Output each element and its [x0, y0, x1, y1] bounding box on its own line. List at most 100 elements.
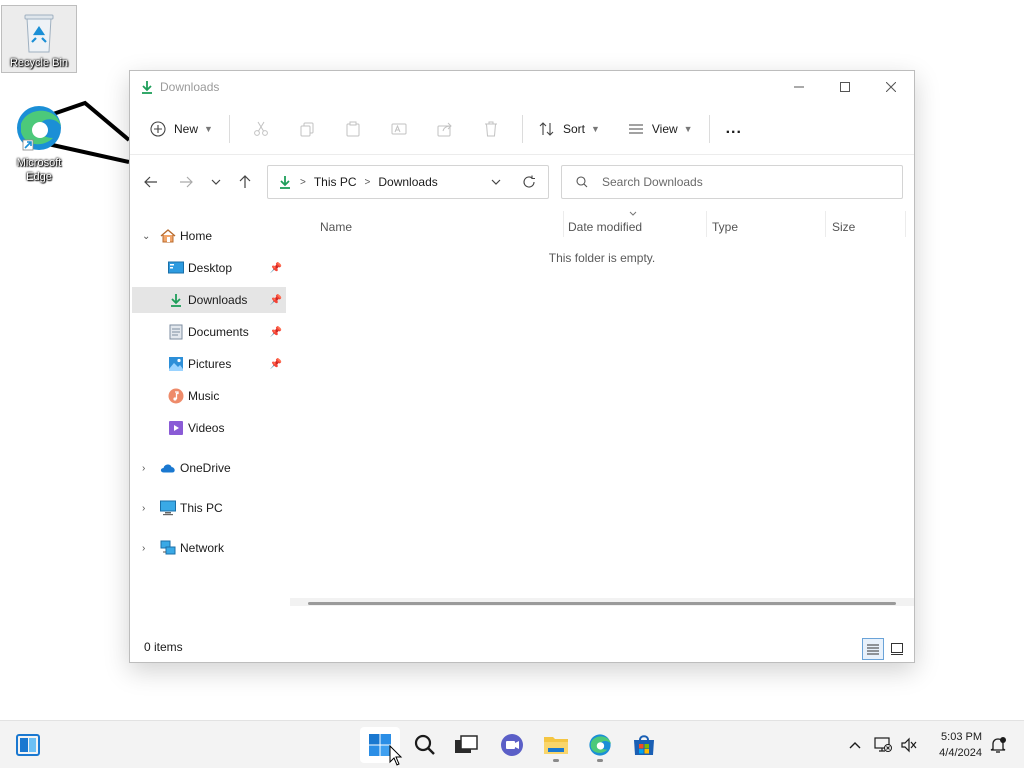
column-header-type[interactable]: Type	[712, 215, 738, 239]
more-options-button[interactable]: ...	[718, 113, 750, 145]
column-header-date-modified[interactable]: Date modified	[568, 215, 642, 239]
maximize-icon	[840, 82, 850, 92]
horizontal-scrollbar-thumb[interactable]	[290, 600, 914, 606]
edge-label: Microsoft Edge	[16, 157, 62, 183]
sidebar-item-pictures[interactable]: Pictures 📌	[132, 351, 286, 377]
breadcrumb-downloads[interactable]: Downloads	[378, 175, 437, 189]
sidebar-item-label: Documents	[188, 325, 249, 339]
title-bar[interactable]: Downloads	[130, 71, 914, 103]
this-pc-icon	[160, 500, 176, 516]
window-title: Downloads	[160, 80, 220, 94]
arrow-right-icon	[180, 176, 193, 188]
column-header-name[interactable]: Name	[320, 215, 352, 239]
teams-chat-button[interactable]	[492, 727, 532, 763]
view-button[interactable]: View ▼	[620, 113, 701, 145]
search-button[interactable]	[405, 727, 445, 763]
desktop-icon-recycle-bin[interactable]: Recycle Bin	[1, 5, 77, 73]
minimize-icon	[794, 86, 804, 88]
cut-button[interactable]	[238, 113, 284, 145]
edge-icon	[17, 106, 61, 151]
sidebar-item-network[interactable]: › Network	[132, 535, 286, 561]
chevron-down-icon[interactable]: ⌄	[142, 231, 150, 242]
navigation-pane: ⌄ Home Desktop 📌 Downloads 📌 Documents 📌…	[130, 219, 290, 632]
arrow-left-icon	[144, 176, 157, 188]
up-button[interactable]	[232, 169, 258, 195]
large-icons-view-icon	[891, 643, 903, 655]
large-icons-view-button[interactable]	[886, 638, 908, 660]
navigation-row: > This PC > Downloads	[130, 163, 914, 201]
refresh-icon[interactable]	[522, 175, 536, 189]
rename-button[interactable]	[376, 113, 422, 145]
maximize-button[interactable]	[822, 71, 868, 103]
sidebar-item-desktop[interactable]: Desktop 📌	[132, 255, 286, 281]
details-view-button[interactable]	[862, 638, 884, 660]
sidebar-item-videos[interactable]: Videos	[132, 415, 286, 441]
sidebar-item-home[interactable]: ⌄ Home	[132, 223, 286, 249]
item-count: 0 items	[144, 640, 183, 654]
search-box[interactable]	[561, 165, 903, 199]
address-bar[interactable]: > This PC > Downloads	[267, 165, 549, 199]
share-button[interactable]	[422, 113, 468, 145]
chevron-up-icon	[849, 742, 861, 749]
download-icon	[280, 176, 290, 189]
view-list-icon	[628, 123, 643, 134]
volume-button[interactable]	[897, 721, 921, 768]
volume-muted-icon	[901, 737, 917, 753]
empty-folder-message: This folder is empty.	[548, 251, 656, 265]
sidebar-item-label: Downloads	[188, 293, 248, 307]
sidebar-item-label: This PC	[180, 501, 223, 515]
close-button[interactable]	[868, 71, 914, 103]
sidebar-item-label: Pictures	[188, 357, 232, 371]
home-icon	[160, 229, 176, 243]
folder-icon	[544, 737, 568, 754]
running-indicator	[553, 759, 559, 762]
widgets-button[interactable]	[8, 727, 48, 763]
chevron-down-icon: ▼	[204, 123, 213, 134]
minimize-button[interactable]	[776, 71, 822, 103]
column-divider[interactable]	[706, 211, 707, 237]
delete-button[interactable]	[468, 113, 514, 145]
copy-button[interactable]	[284, 113, 330, 145]
forward-button[interactable]	[173, 169, 199, 195]
arrow-up-icon	[239, 175, 251, 188]
chevron-right-icon[interactable]: ›	[142, 463, 145, 474]
taskbar: 5:03 PM 4/4/2024	[0, 720, 1024, 768]
network-disconnected-icon	[874, 737, 892, 752]
cut-icon	[254, 121, 268, 136]
chevron-right-icon[interactable]: ›	[142, 543, 145, 554]
command-bar: New ▼ Sort ▼ View ▼ ...	[130, 103, 914, 155]
trash-icon	[484, 121, 497, 136]
clock[interactable]: 5:03 PM 4/4/2024	[939, 729, 982, 761]
sidebar-item-music[interactable]: Music	[132, 383, 286, 409]
file-list-pane[interactable]: Name Date modified Type Size This folder…	[290, 211, 914, 632]
paste-button[interactable]	[330, 113, 376, 145]
desktop-icon-edge[interactable]: Microsoft Edge	[1, 102, 77, 184]
chevron-right-icon[interactable]: ›	[142, 503, 145, 514]
music-icon	[168, 388, 184, 404]
rename-icon	[391, 123, 407, 134]
new-button[interactable]: New ▼	[142, 113, 221, 145]
recent-locations-button[interactable]	[203, 169, 229, 195]
column-header-size[interactable]: Size	[832, 215, 855, 239]
task-view-button[interactable]	[446, 727, 486, 763]
network-status-button[interactable]	[871, 721, 895, 768]
sort-icon	[539, 121, 554, 136]
sidebar-item-this-pc[interactable]: › This PC	[132, 495, 286, 521]
show-hidden-icons-button[interactable]	[843, 721, 867, 768]
back-button[interactable]	[138, 169, 164, 195]
search-input[interactable]	[602, 175, 882, 189]
sidebar-item-documents[interactable]: Documents 📌	[132, 319, 286, 345]
store-taskbar-button[interactable]	[624, 727, 664, 763]
edge-taskbar-button[interactable]	[580, 727, 620, 763]
sidebar-item-downloads[interactable]: Downloads 📌	[132, 287, 286, 313]
column-divider[interactable]	[905, 211, 906, 237]
breadcrumb-this-pc[interactable]: This PC	[314, 175, 357, 189]
sort-button[interactable]: Sort ▼	[531, 113, 608, 145]
notification-bell-icon	[990, 737, 1006, 753]
sidebar-item-onedrive[interactable]: › OneDrive	[132, 455, 286, 481]
file-explorer-taskbar-button[interactable]	[536, 727, 576, 763]
column-divider[interactable]	[563, 211, 564, 237]
address-dropdown-icon[interactable]	[490, 176, 502, 188]
notifications-button[interactable]	[986, 721, 1010, 768]
column-divider[interactable]	[825, 211, 826, 237]
